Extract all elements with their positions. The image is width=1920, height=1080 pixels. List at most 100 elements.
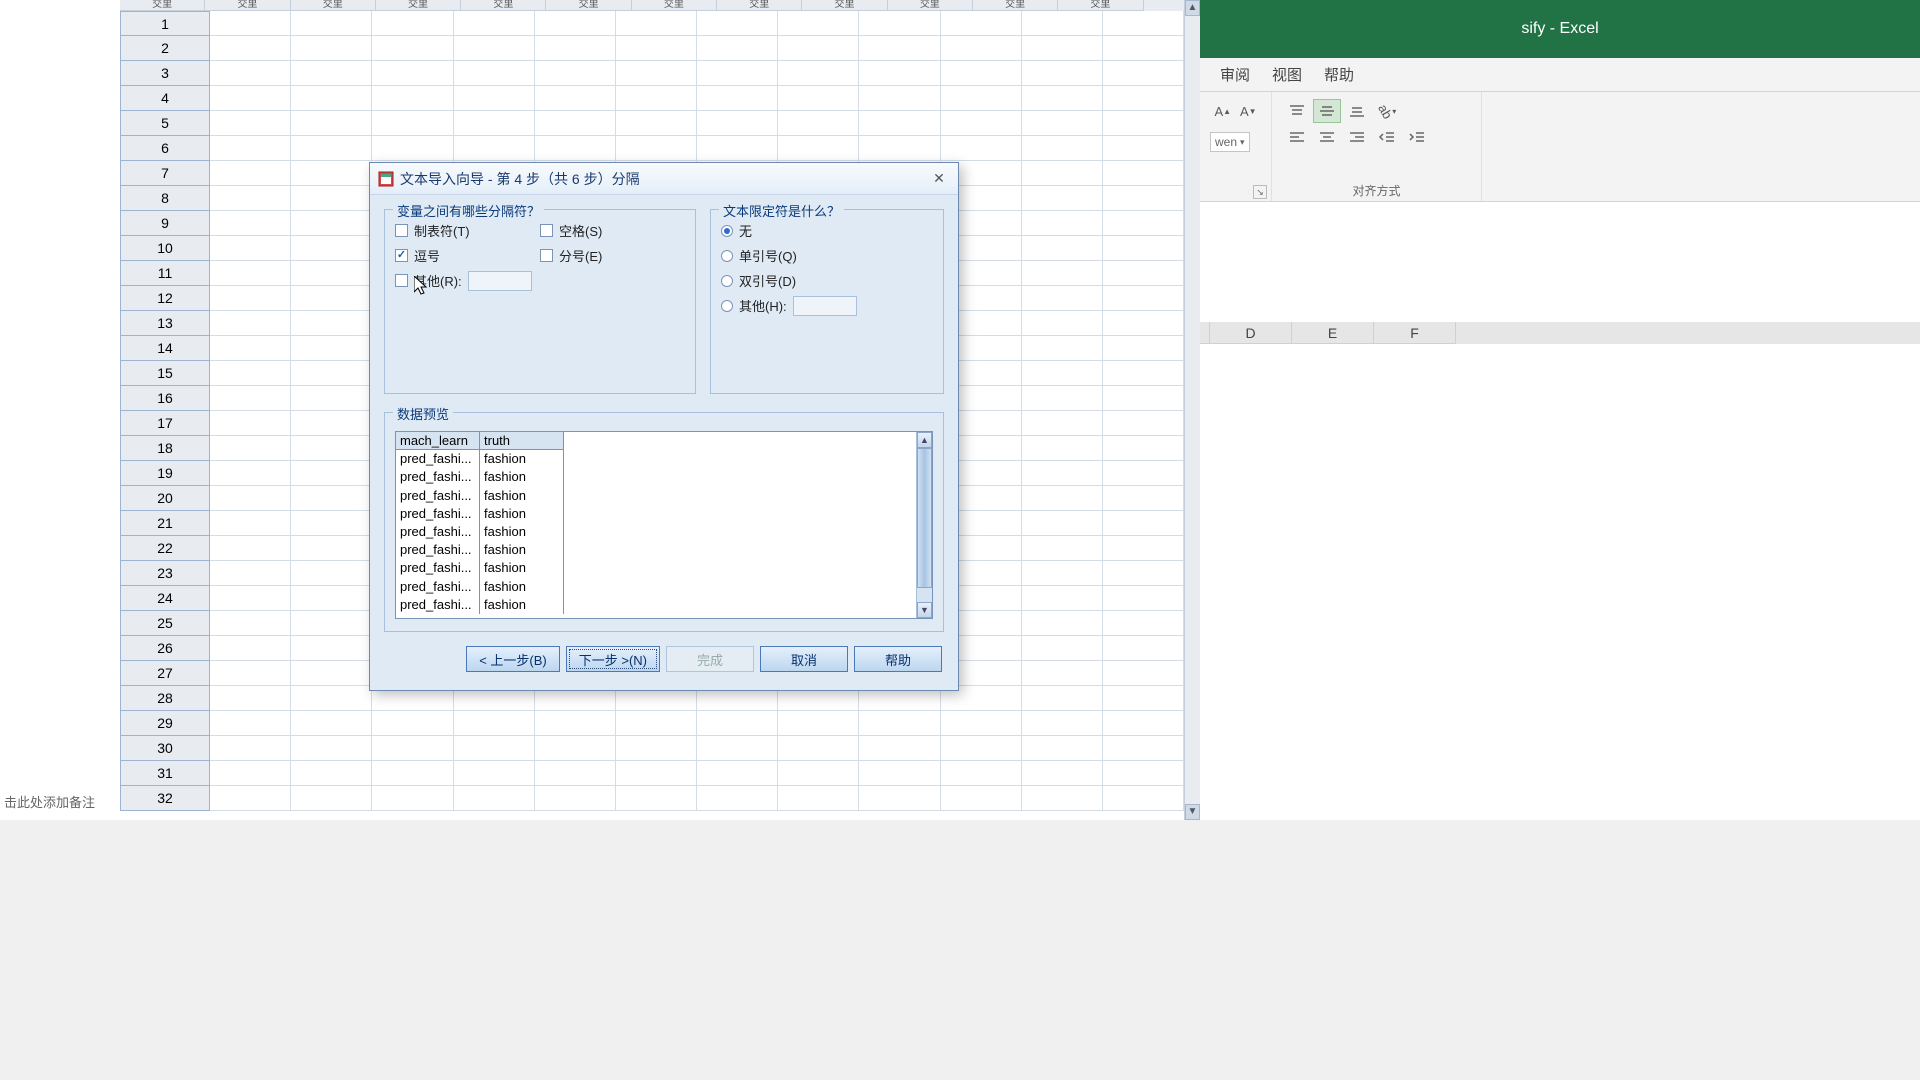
cell[interactable] — [859, 711, 940, 736]
cell[interactable] — [859, 61, 940, 86]
cell[interactable] — [372, 786, 453, 811]
align-top-icon[interactable] — [1283, 99, 1311, 123]
row-header[interactable]: 32 — [120, 786, 210, 811]
cell[interactable] — [291, 286, 372, 311]
cell[interactable] — [210, 386, 291, 411]
cell[interactable] — [372, 111, 453, 136]
cell[interactable] — [210, 461, 291, 486]
cell[interactable] — [859, 736, 940, 761]
cell[interactable] — [210, 611, 291, 636]
cell[interactable] — [697, 11, 778, 36]
cell[interactable] — [291, 136, 372, 161]
col-header[interactable]: 交里 — [461, 0, 546, 11]
cell[interactable] — [454, 736, 535, 761]
cell[interactable] — [778, 711, 859, 736]
cell[interactable] — [778, 136, 859, 161]
row-header[interactable]: 17 — [120, 411, 210, 436]
row-header[interactable]: 4 — [120, 86, 210, 111]
cell[interactable] — [454, 61, 535, 86]
cancel-button[interactable]: 取消 — [760, 646, 848, 672]
cell[interactable] — [210, 586, 291, 611]
cell[interactable] — [535, 11, 616, 36]
other-qualifier-input[interactable] — [793, 296, 857, 316]
cell[interactable] — [535, 711, 616, 736]
cell[interactable] — [291, 786, 372, 811]
row-header[interactable]: 3 — [120, 61, 210, 86]
row-header[interactable]: 26 — [120, 636, 210, 661]
preview-scrollbar[interactable]: ▲ ▼ — [916, 432, 932, 618]
row-header[interactable]: 22 — [120, 536, 210, 561]
cell[interactable] — [778, 786, 859, 811]
cell[interactable] — [535, 86, 616, 111]
cell[interactable] — [291, 111, 372, 136]
cell[interactable] — [1022, 136, 1103, 161]
cell[interactable] — [1103, 536, 1184, 561]
cell[interactable] — [616, 61, 697, 86]
cell[interactable] — [1022, 711, 1103, 736]
scroll-up-icon[interactable]: ▲ — [1185, 0, 1200, 16]
cell[interactable] — [941, 111, 1022, 136]
notes-placeholder[interactable]: 击此处添加备注 — [0, 790, 99, 813]
align-left-icon[interactable] — [1283, 125, 1311, 149]
cell[interactable] — [535, 36, 616, 61]
cell[interactable] — [616, 736, 697, 761]
row-header[interactable]: 24 — [120, 586, 210, 611]
cell[interactable] — [1022, 236, 1103, 261]
row-header[interactable]: 19 — [120, 461, 210, 486]
scroll-down-icon[interactable]: ▼ — [917, 602, 932, 618]
cell[interactable] — [1103, 261, 1184, 286]
row-header[interactable]: 7 — [120, 161, 210, 186]
cell[interactable] — [372, 736, 453, 761]
tab-view[interactable]: 视图 — [1270, 58, 1304, 91]
radio-none[interactable]: 无 — [721, 218, 933, 243]
tab-review[interactable]: 审阅 — [1218, 58, 1252, 91]
row-header[interactable]: 6 — [120, 136, 210, 161]
cell[interactable] — [1022, 286, 1103, 311]
cell[interactable] — [291, 386, 372, 411]
cell[interactable] — [210, 761, 291, 786]
cell[interactable] — [778, 761, 859, 786]
cell[interactable] — [210, 411, 291, 436]
cell[interactable] — [778, 61, 859, 86]
cell[interactable] — [210, 686, 291, 711]
cell[interactable] — [1103, 436, 1184, 461]
cell[interactable] — [210, 36, 291, 61]
cell[interactable] — [1022, 736, 1103, 761]
cell[interactable] — [859, 761, 940, 786]
cell[interactable] — [210, 636, 291, 661]
cell[interactable] — [372, 11, 453, 36]
align-middle-icon[interactable] — [1313, 99, 1341, 123]
scroll-thumb[interactable] — [917, 448, 932, 588]
cell[interactable] — [1022, 11, 1103, 36]
col-header-f[interactable]: F — [1374, 322, 1456, 344]
cell[interactable] — [1103, 61, 1184, 86]
cell[interactable] — [291, 761, 372, 786]
cell[interactable] — [1022, 511, 1103, 536]
cell[interactable] — [697, 786, 778, 811]
cell[interactable] — [210, 311, 291, 336]
decrease-font-icon[interactable]: A▼ — [1237, 99, 1261, 123]
cell[interactable] — [291, 586, 372, 611]
checkbox-comma[interactable]: 逗号 — [395, 243, 540, 268]
col-header[interactable]: 交里 — [802, 0, 887, 11]
cell[interactable] — [1103, 611, 1184, 636]
dialog-titlebar[interactable]: 文本导入向导 - 第 4 步（共 6 步）分隔 ✕ — [370, 163, 958, 195]
cell[interactable] — [291, 61, 372, 86]
cell[interactable] — [1022, 611, 1103, 636]
radio-single-quote[interactable]: 单引号(Q) — [721, 243, 933, 268]
close-button[interactable]: ✕ — [928, 168, 950, 190]
cell[interactable] — [1103, 186, 1184, 211]
orientation-icon[interactable]: ab▾ — [1373, 99, 1401, 123]
cell[interactable] — [1022, 161, 1103, 186]
cell[interactable] — [1022, 461, 1103, 486]
cell[interactable] — [1022, 186, 1103, 211]
cell[interactable] — [291, 311, 372, 336]
cell[interactable] — [535, 761, 616, 786]
cell[interactable] — [1103, 336, 1184, 361]
row-header[interactable]: 13 — [120, 311, 210, 336]
cell[interactable] — [616, 761, 697, 786]
cell[interactable] — [291, 736, 372, 761]
row-header[interactable]: 31 — [120, 761, 210, 786]
scroll-up-icon[interactable]: ▲ — [917, 432, 932, 448]
col-header[interactable]: 交里 — [120, 0, 205, 11]
